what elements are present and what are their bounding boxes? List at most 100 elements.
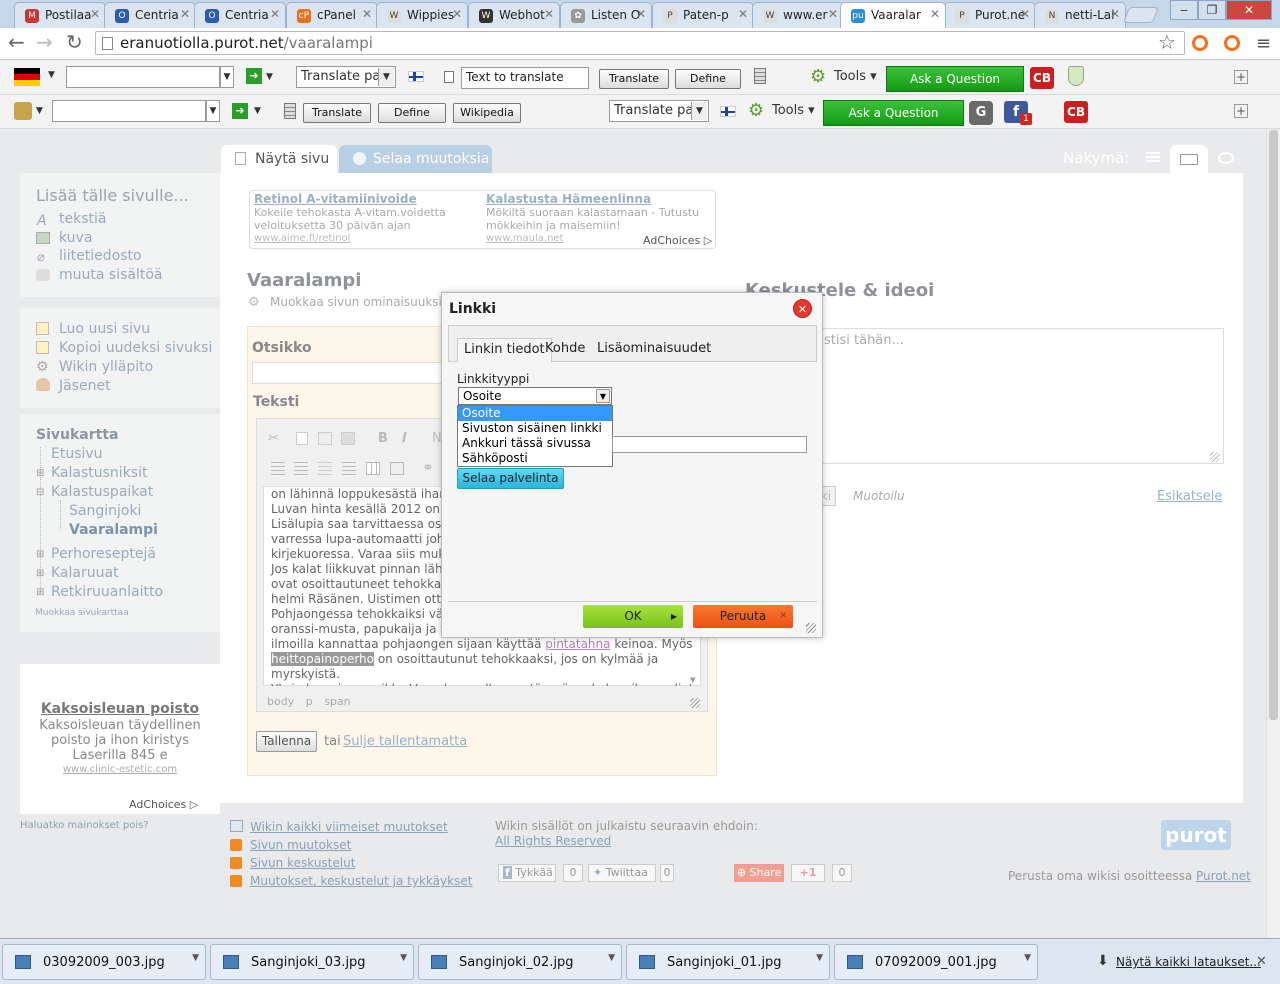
- paste-text-icon[interactable]: [341, 432, 355, 445]
- scrollbar[interactable]: [1266, 130, 1280, 938]
- sitemap-item-retkiruuanlaitto[interactable]: Retkiruuanlaitto: [51, 584, 163, 600]
- paste-icon[interactable]: [318, 432, 332, 445]
- expand-icon[interactable]: ⊞: [36, 568, 44, 579]
- address-bar[interactable]: eranuotiolla.purot.net/vaaralampi: [95, 31, 1185, 55]
- translate-button-2[interactable]: Translate: [303, 103, 371, 123]
- sitemap-item-etusivu[interactable]: Etusivu: [51, 446, 103, 462]
- facebook-like-button[interactable]: f Tykkää: [498, 864, 556, 882]
- indent-icon[interactable]: [342, 462, 356, 475]
- outdent-icon[interactable]: [318, 462, 332, 475]
- expand-icon[interactable]: ⊞: [36, 587, 44, 598]
- cancel-button[interactable]: Peruuta ✕: [693, 605, 793, 628]
- page-changes-link[interactable]: Sivun muutokset: [250, 838, 351, 852]
- close-icon[interactable]: ✕: [90, 7, 100, 21]
- back-icon[interactable]: ←: [8, 32, 25, 52]
- close-icon[interactable]: ✕: [452, 7, 462, 21]
- download-item[interactable]: Sanginjoki_01.jpg ▼: [626, 944, 830, 980]
- extension-icon[interactable]: [1224, 35, 1240, 51]
- search-input[interactable]: [66, 66, 220, 88]
- add-image-link[interactable]: kuva: [59, 230, 92, 246]
- scroll-down-icon[interactable]: ▼: [690, 676, 695, 684]
- bullet-list-icon[interactable]: [294, 462, 308, 475]
- browser-tab[interactable]: O Centria ✕: [194, 2, 286, 28]
- italic-icon[interactable]: I: [402, 431, 407, 446]
- collapse-icon[interactable]: ⊟: [36, 487, 44, 498]
- sitemap-item-sanginjoki[interactable]: Sanginjoki: [69, 503, 141, 519]
- show-all-downloads-link[interactable]: Näytä kaikki lataukset...: [1116, 955, 1261, 969]
- tweet-button[interactable]: ✦ Twiittaa: [588, 864, 656, 882]
- go-arrow-icon[interactable]: ➜: [246, 68, 262, 84]
- forward-icon[interactable]: →: [36, 32, 53, 52]
- chevron-down-icon[interactable]: ▼: [400, 953, 407, 963]
- ask-question-button-2[interactable]: Ask a Question: [823, 100, 964, 126]
- extension-icon[interactable]: [1192, 35, 1208, 51]
- browser-tab-active[interactable]: pu Vaaralar ✕: [840, 2, 946, 28]
- browser-tab[interactable]: P Purot.ne ✕: [944, 2, 1036, 28]
- ad-2-title[interactable]: Kalastusta Hämeenlinna: [486, 192, 651, 206]
- chevron-down-icon[interactable]: ▼: [48, 70, 55, 80]
- remove-ads-link[interactable]: Haluatko mainokset pois?: [20, 820, 149, 831]
- all-changes-link[interactable]: Wikin kaikki viimeiset muutokset: [250, 820, 448, 834]
- sitemap-item-kalastuspaikat[interactable]: Kalastuspaikat: [51, 484, 153, 500]
- extension-icon[interactable]: [1068, 66, 1084, 86]
- preview-link[interactable]: Esikatsele: [1157, 489, 1222, 504]
- browser-tab[interactable]: P Paten-p ✕: [652, 2, 754, 28]
- go-arrow-icon[interactable]: ➜: [232, 103, 248, 119]
- browse-server-button[interactable]: Selaa palvelinta: [457, 468, 564, 489]
- close-icon[interactable]: ✕: [930, 7, 940, 21]
- chevron-down-icon[interactable]: ▼: [1024, 953, 1031, 963]
- bookmark-star-icon[interactable]: ☆: [1158, 32, 1176, 52]
- close-icon[interactable]: ✕: [636, 7, 646, 21]
- gear-icon[interactable]: ⚙: [810, 66, 826, 87]
- resize-grip-icon[interactable]: [806, 623, 816, 633]
- bold-icon[interactable]: B: [378, 431, 388, 446]
- calculator-icon[interactable]: [754, 68, 766, 84]
- tab-target[interactable]: Kohde: [539, 338, 591, 362]
- editor-link[interactable]: pintatahna: [545, 637, 610, 651]
- search-input-2[interactable]: [52, 100, 206, 122]
- cb-button[interactable]: CB: [1030, 67, 1054, 89]
- hr-icon[interactable]: [390, 462, 404, 475]
- ad-1-title[interactable]: Retinol A-vitamiinivoide: [254, 192, 417, 206]
- define-button[interactable]: Define: [675, 69, 741, 89]
- download-item[interactable]: Sanginjoki_03.jpg ▼: [210, 944, 414, 980]
- sitemap-item-vaaralampi[interactable]: Vaaralampi: [69, 522, 158, 538]
- close-icon[interactable]: ✕: [270, 7, 280, 21]
- translate-button[interactable]: Translate: [599, 69, 669, 89]
- browser-tab[interactable]: O Centria ✕: [104, 2, 196, 28]
- browser-tab[interactable]: Wwww.er ✕: [752, 2, 844, 28]
- expand-icon[interactable]: ⊞: [36, 468, 44, 479]
- cut-icon[interactable]: ✂: [268, 431, 279, 446]
- chevron-down-icon[interactable]: ▼: [608, 953, 615, 963]
- tools-menu-2[interactable]: Tools ▾: [772, 103, 815, 118]
- dropdown-option[interactable]: Sivuston sisäinen linkki: [458, 421, 612, 436]
- text-to-translate-input[interactable]: Text to translate: [461, 67, 589, 89]
- chevron-down-icon[interactable]: ▼: [36, 106, 43, 116]
- close-icon[interactable]: ✕: [180, 7, 190, 21]
- add-text-link[interactable]: tekstiä: [59, 211, 106, 227]
- chevron-down-icon[interactable]: ▼: [192, 953, 199, 963]
- save-button[interactable]: Tallenna: [256, 731, 317, 752]
- scrollbar-thumb[interactable]: [1269, 130, 1278, 720]
- close-icon[interactable]: ✕: [544, 7, 554, 21]
- add-icon[interactable]: +: [1234, 70, 1248, 84]
- tab-view-page[interactable]: Näytä sivu: [221, 145, 337, 173]
- list-view-icon[interactable]: [1146, 152, 1160, 164]
- download-item[interactable]: 03092009_003.jpg ▼: [2, 944, 206, 980]
- calculator-icon[interactable]: [284, 103, 296, 119]
- chevron-down-icon[interactable]: ▼: [266, 72, 273, 82]
- google-plus-button[interactable]: +1: [791, 864, 825, 882]
- download-item[interactable]: 07092009_001.jpg ▼: [834, 944, 1038, 980]
- close-icon[interactable]: ✕: [738, 7, 748, 21]
- ok-button[interactable]: OK ▶: [583, 605, 683, 628]
- browser-tab[interactable]: W Webhot ✕: [468, 2, 560, 28]
- dropdown-option[interactable]: Ankkuri tässä sivussa: [458, 436, 612, 451]
- numbered-list-icon[interactable]: [271, 462, 285, 475]
- browser-tab[interactable]: M Postilaa ✕: [14, 2, 106, 28]
- share-button[interactable]: ⊕ Share: [734, 864, 784, 882]
- path-body[interactable]: body: [267, 695, 294, 708]
- sitemap-item-kalastusniksit[interactable]: Kalastusniksit: [51, 465, 147, 481]
- download-item[interactable]: Sanginjoki_02.jpg ▼: [418, 944, 622, 980]
- path-span[interactable]: span: [324, 695, 350, 708]
- dropdown-option[interactable]: Sähköposti: [458, 451, 612, 466]
